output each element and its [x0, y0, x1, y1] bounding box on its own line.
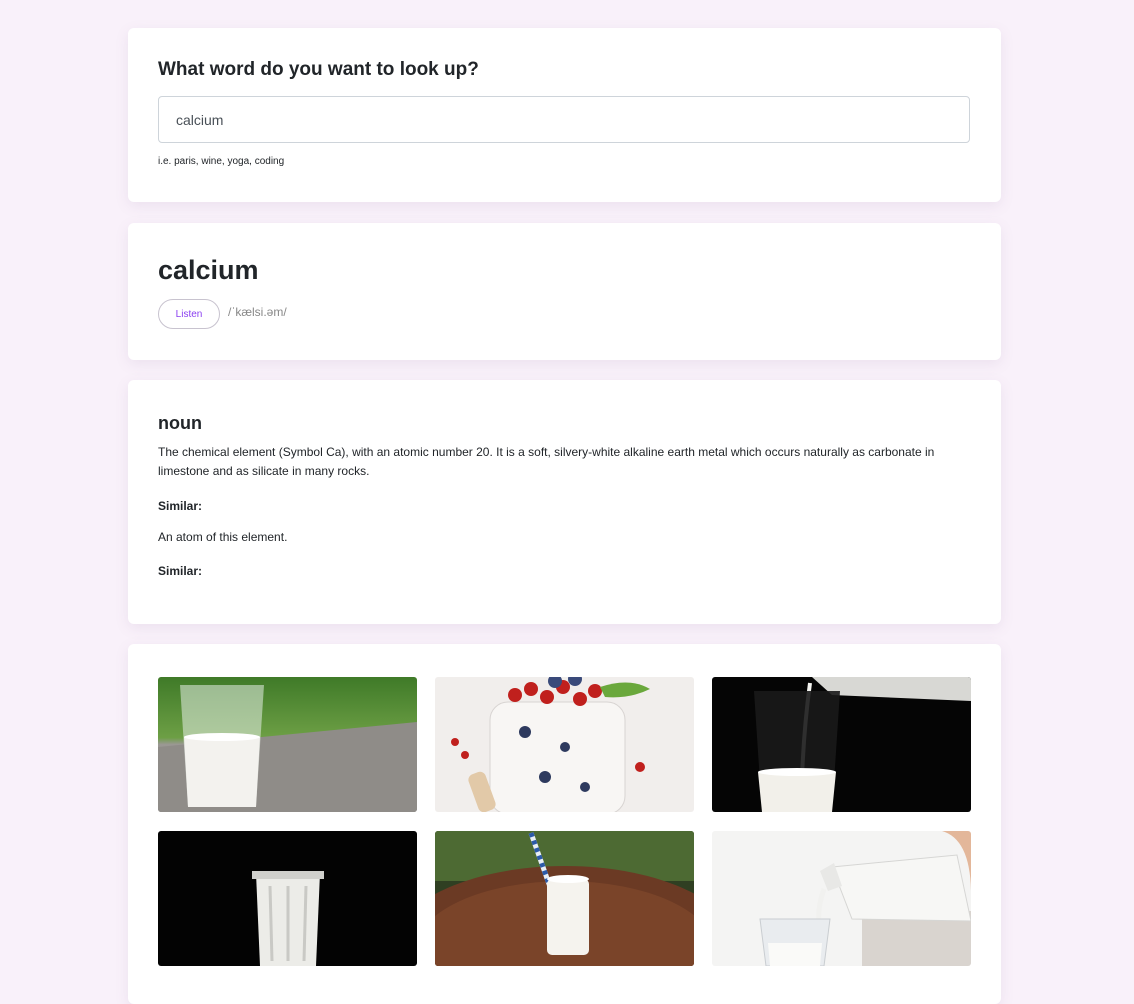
- milk-glass-with-straw-image[interactable]: [435, 831, 694, 966]
- listen-button[interactable]: Listen: [158, 299, 220, 329]
- meaning-card: noun The chemical element (Symbol Ca), w…: [128, 380, 1001, 624]
- word-title: calcium: [158, 255, 259, 285]
- search-input[interactable]: [158, 96, 970, 143]
- similar-label: Similar:: [158, 499, 203, 513]
- milk-pouring-dark-image[interactable]: [712, 677, 971, 812]
- definition-text: The chemical element (Symbol Ca), with a…: [158, 445, 935, 478]
- definition-text: An atom of this element.: [158, 530, 288, 544]
- milk-glass-black-background-image[interactable]: [158, 831, 417, 966]
- milk-bottle-pouring-image[interactable]: [712, 831, 971, 966]
- search-card: What word do you want to look up? i.e. p…: [128, 28, 1001, 202]
- phonetic-text: /ˈkælsi.əm/: [228, 305, 287, 319]
- similar-label: Similar:: [158, 564, 203, 578]
- part-of-speech: noun: [158, 413, 202, 433]
- word-header-card: calcium Listen /ˈkælsi.əm/: [128, 223, 1001, 360]
- yogurt-with-berries-image[interactable]: [435, 677, 694, 812]
- milk-glass-on-ledge-image[interactable]: [158, 677, 417, 812]
- search-heading: What word do you want to look up?: [158, 59, 479, 80]
- search-hint: i.e. paris, wine, yoga, coding: [158, 156, 285, 167]
- image-gallery-card: [128, 644, 1001, 1004]
